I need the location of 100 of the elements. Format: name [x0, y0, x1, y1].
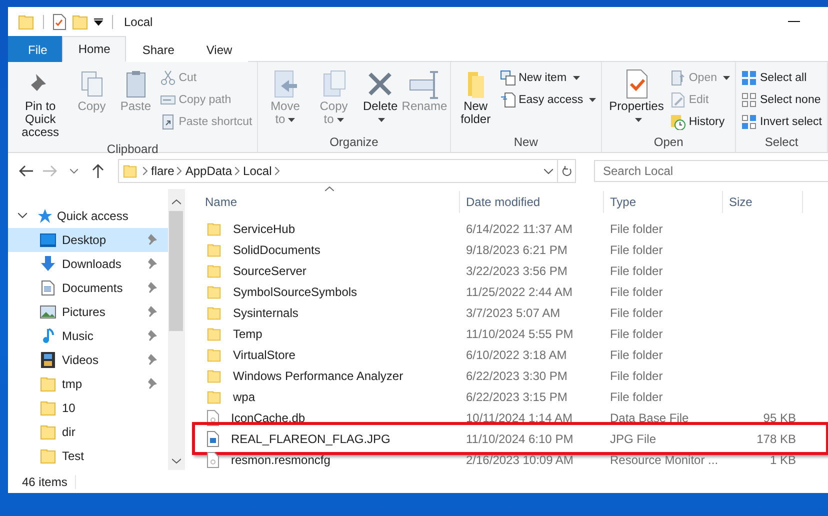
breadcrumb[interactable]: AppData	[185, 164, 232, 178]
scrollbar[interactable]	[168, 189, 184, 470]
pin-icon	[146, 280, 158, 292]
file-name[interactable]: SolidDocuments	[227, 242, 467, 256]
address-bar[interactable]: flare AppData Local	[118, 159, 576, 183]
star-icon	[37, 208, 53, 224]
caret-icon	[589, 98, 596, 102]
download-icon	[40, 256, 56, 272]
nav-item[interactable]: Videos	[8, 348, 168, 372]
refresh-icon[interactable]	[562, 166, 572, 176]
properties-icon[interactable]	[53, 14, 66, 30]
column-header[interactable]: Name	[199, 191, 460, 213]
table-cell-text: 2/16/2023 10:09 AM	[465, 452, 574, 466]
table-cell-text: 11/25/2022 2:44 AM	[465, 284, 574, 298]
table-cell-text: 3/22/2023 3:56 PM	[465, 264, 568, 278]
folder-icon	[40, 400, 56, 416]
file-name[interactable]: resmon.resmoncfg	[225, 452, 465, 466]
chevron-icon	[177, 167, 182, 175]
file-name[interactable]: REAL_FLAREON_FLAG.JPG	[225, 432, 465, 446]
chevron-down-icon[interactable]	[70, 168, 78, 174]
ribbon-button[interactable]: Pin to Quick access	[12, 66, 69, 141]
ribbon-button[interactable]: New item	[498, 68, 598, 88]
ribbon-button[interactable]: Invert select	[740, 112, 823, 132]
nav-item[interactable]: Desktop	[8, 228, 168, 252]
table-cell-text: 95 KB	[762, 410, 797, 424]
sort-icon	[325, 186, 334, 191]
folder-icon	[123, 164, 137, 178]
folder-icon	[40, 424, 56, 440]
ribbon-button[interactable]: Select all	[740, 68, 823, 88]
folder-icon	[207, 390, 221, 404]
ribbon-tab[interactable]: File	[8, 36, 62, 62]
scissors-icon	[160, 70, 176, 86]
select-all-icon	[741, 70, 757, 86]
chevron-icon	[235, 167, 240, 175]
folder-icon	[207, 326, 221, 340]
pin-icon	[146, 304, 158, 316]
table-cell-text: 1 KB	[768, 452, 797, 466]
file-name[interactable]: VirtualStore	[227, 348, 467, 362]
nav-item[interactable]: Downloads	[8, 252, 168, 276]
file-name[interactable]: ServiceHub	[227, 222, 467, 236]
ribbon-button[interactable]: Select none	[740, 90, 823, 110]
file-name[interactable]: SourceServer	[227, 264, 467, 278]
nav-label[interactable]: Quick access	[57, 209, 128, 223]
nav-item[interactable]: Music	[8, 324, 168, 348]
file-name[interactable]: SymbolSourceSymbols	[227, 284, 467, 298]
pin-icon	[146, 352, 158, 364]
scroll-up-icon[interactable]	[172, 199, 180, 205]
desktop-icon	[40, 233, 56, 247]
file-name[interactable]: Windows Performance Analyzer	[227, 368, 467, 382]
table-cell-text: Resource Monitor ...	[609, 452, 720, 466]
caret-icon	[378, 118, 386, 122]
file-name[interactable]: wpa	[227, 390, 467, 404]
breadcrumb[interactable]: flare	[151, 164, 174, 178]
column-header[interactable]: Size	[723, 191, 803, 213]
search-field[interactable]: Search Local	[594, 160, 828, 182]
film-icon	[41, 352, 55, 368]
table-cell-text: File folder	[609, 222, 664, 236]
table-cell-text: File folder	[609, 326, 664, 340]
ribbon-tab[interactable]: Home	[62, 36, 126, 62]
file-name[interactable]: Temp	[227, 326, 467, 340]
nav-item[interactable]: Pictures	[8, 300, 168, 324]
easy-access-icon	[500, 92, 516, 108]
column-header[interactable]: Date modified	[460, 191, 604, 213]
ribbon-button[interactable]: Properties	[606, 66, 667, 134]
file-name[interactable]: IconCache.db	[225, 410, 465, 424]
ribbon-button[interactable]: Easy access	[498, 90, 598, 110]
breadcrumb[interactable]: Local	[243, 164, 272, 178]
chevron-icon	[143, 167, 148, 175]
table-cell-text: 3/7/2023 5:07 AM	[465, 306, 562, 320]
ribbon-button[interactable]: History	[668, 112, 731, 132]
nav-item[interactable]: dir	[8, 420, 168, 444]
group-label: Select	[764, 134, 800, 151]
file-name[interactable]: Sysinternals	[227, 306, 467, 320]
table-cell-text: File folder	[609, 390, 664, 404]
table-cell-text: JPG File	[609, 432, 658, 446]
ribbon-button[interactable]: New folder	[454, 66, 497, 134]
table-cell-text: 9/18/2023 6:21 PM	[465, 242, 568, 256]
nav-item[interactable]: 10	[8, 396, 168, 420]
file-icon	[207, 452, 219, 468]
history-icon	[670, 114, 686, 130]
group-label: Open	[652, 134, 684, 151]
scroll-down-icon[interactable]	[172, 458, 180, 464]
folder-icon	[207, 264, 221, 278]
group-label: New	[512, 134, 539, 151]
table-cell-text: 11/10/2024 5:55 PM	[465, 326, 574, 340]
open-icon	[670, 70, 686, 86]
document-icon	[41, 280, 55, 296]
nav-item[interactable]: tmp	[8, 372, 168, 396]
folder-icon	[207, 284, 221, 298]
select-none-icon	[741, 92, 757, 108]
nav-item[interactable]: Test	[8, 444, 168, 468]
dropdown-icon[interactable]	[94, 18, 103, 26]
chevron-icon[interactable]	[18, 213, 27, 219]
edit-icon	[670, 92, 686, 108]
table-cell-text: 6/14/2022 11:37 AM	[465, 222, 574, 236]
dropdown-icon[interactable]	[544, 168, 553, 174]
column-header[interactable]: Type	[604, 191, 723, 213]
nav-item[interactable]: Documents	[8, 276, 168, 300]
ribbon-button[interactable]: Delete	[359, 66, 402, 134]
group-label: Organize	[328, 134, 380, 151]
